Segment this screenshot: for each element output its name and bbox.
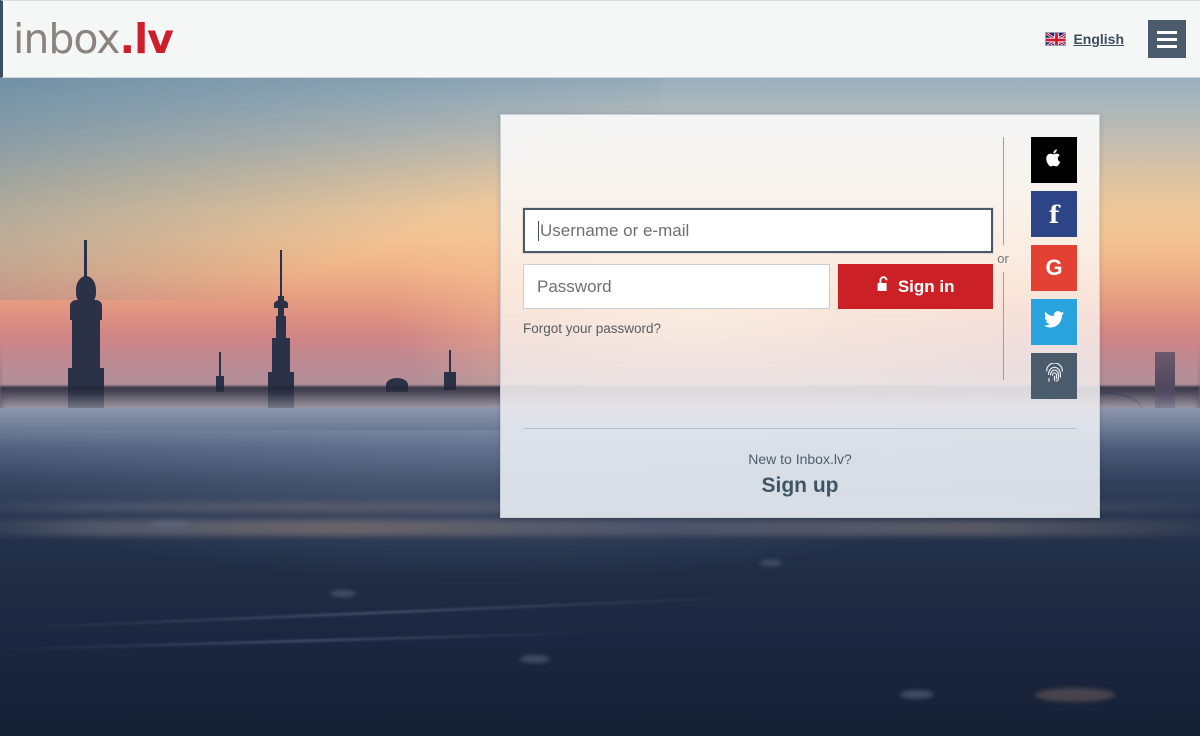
facebook-icon: f [1048, 199, 1060, 229]
apple-icon [1045, 148, 1063, 173]
forgot-password-link[interactable]: Forgot your password? [523, 321, 993, 336]
language-label: English [1073, 31, 1124, 47]
uk-flag-icon [1045, 32, 1067, 46]
or-divider: or [986, 137, 1020, 399]
burger-bar [1157, 44, 1177, 48]
card-divider [523, 428, 1077, 429]
twitter-sign-in-button[interactable] [1031, 299, 1077, 345]
social-login-buttons: f G [1031, 137, 1077, 399]
signup-section: New to Inbox.lv? Sign up [501, 451, 1099, 498]
fingerprint-sign-in-button[interactable] [1031, 353, 1077, 399]
hamburger-menu-icon[interactable] [1148, 20, 1186, 58]
password-input[interactable]: Password [523, 264, 831, 309]
logo-word: inbox [13, 14, 120, 63]
logo[interactable]: inbox.lv [13, 18, 174, 60]
signup-prompt: New to Inbox.lv? [748, 451, 852, 467]
google-sign-in-button[interactable]: G [1031, 245, 1077, 291]
password-row: Password Sign in [523, 264, 993, 309]
login-page: inbox.lv English Username or e-mail Pass… [0, 0, 1200, 736]
apple-sign-in-button[interactable] [1031, 137, 1077, 183]
sign-in-label: Sign in [897, 276, 955, 296]
twitter-icon [1043, 311, 1064, 333]
google-icon: G [1045, 255, 1063, 280]
divider-line-top [1002, 137, 1004, 245]
logo-tld: .lv [119, 14, 174, 63]
text-caret [538, 220, 539, 241]
username-placeholder: Username or e-mail [540, 220, 690, 240]
language-selector[interactable]: English [1045, 31, 1124, 47]
or-label: or [997, 251, 1009, 266]
password-placeholder: Password [537, 276, 612, 296]
burger-bar [1157, 30, 1177, 34]
unlock-padlock-icon [877, 276, 890, 297]
site-header: inbox.lv English [0, 0, 1200, 78]
login-card: Username or e-mail Password Sign in Forg… [500, 114, 1100, 518]
burger-bar [1157, 37, 1177, 41]
fingerprint-icon [1045, 361, 1064, 390]
login-form: Username or e-mail Password Sign in Forg… [523, 208, 993, 336]
facebook-sign-in-button[interactable]: f [1031, 191, 1077, 237]
username-input[interactable]: Username or e-mail [523, 208, 993, 253]
sign-in-button[interactable]: Sign in [838, 264, 993, 309]
header-actions: English [1045, 20, 1186, 58]
sign-up-link[interactable]: Sign up [762, 474, 839, 498]
divider-line-bottom [1002, 272, 1004, 380]
